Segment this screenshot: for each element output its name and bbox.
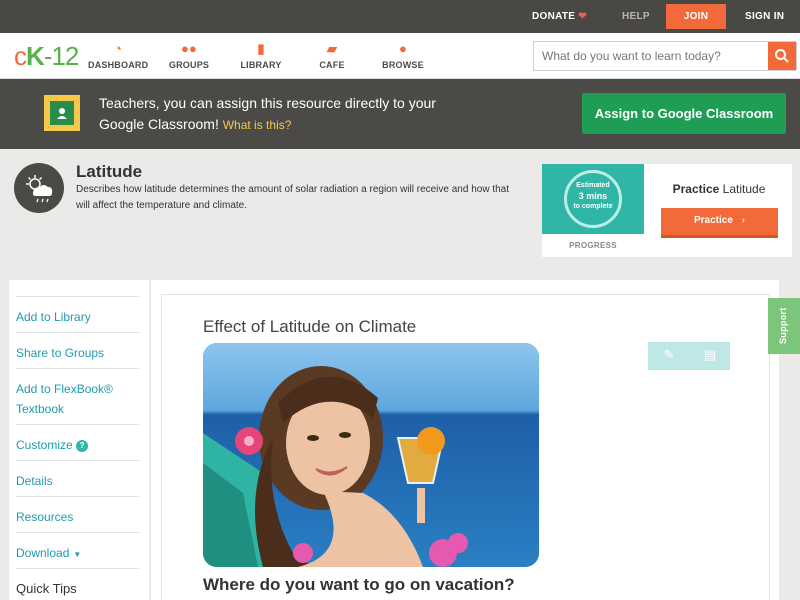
quick-tips-heading[interactable]: Quick Tips: [16, 568, 139, 600]
concept-description: Describes how latitude determines the am…: [76, 184, 510, 211]
search-button[interactable]: [768, 42, 796, 70]
nav-dashboard[interactable]: ◔ DASHBOARD: [88, 40, 148, 70]
progress-tile: Estimated 3 mins to complete: [542, 164, 644, 234]
notes-icon[interactable]: ▤: [700, 347, 720, 365]
classroom-banner: Teachers, you can assign this resource d…: [0, 79, 800, 149]
estimate-badge: Estimated 3 mins to complete: [564, 170, 622, 228]
nav-cafe-label: CAFE: [319, 60, 345, 70]
lesson-title: Effect of Latitude on Climate: [203, 317, 417, 336]
vacation-photo: [203, 343, 539, 567]
estimate-label: Estimated: [576, 182, 610, 189]
search-box: [533, 41, 797, 71]
ck12-logo[interactable]: cK-12: [14, 41, 80, 72]
add-to-library-link[interactable]: Add to Library: [16, 296, 139, 332]
weather-icon: [14, 163, 64, 213]
main-nav: cK-12 ◔ DASHBOARD ●● GROUPS ▮ LIBRARY ▰ …: [0, 33, 800, 79]
nav-cafe[interactable]: ▰ CAFE: [317, 40, 347, 70]
gauge-icon: ◔: [113, 41, 123, 56]
help-link[interactable]: HELP: [622, 0, 650, 33]
what-is-this-link[interactable]: What is this?: [223, 118, 292, 132]
search-input[interactable]: [534, 42, 770, 70]
customize-label: Customize: [16, 438, 73, 452]
practice-button[interactable]: Practice ›: [661, 208, 778, 238]
book-icon: ▮: [257, 41, 265, 56]
customize-link[interactable]: Customize ?: [16, 424, 139, 460]
resources-link[interactable]: Resources: [16, 496, 139, 532]
resource-sidebar: Add to Library Share to Groups Add to Fl…: [9, 280, 149, 600]
concept-title: Latitude: [76, 162, 143, 181]
add-to-flexbook-link[interactable]: Add to FlexBook® Textbook: [16, 368, 139, 424]
download-link[interactable]: Download ▼: [16, 532, 139, 568]
nav-browse[interactable]: ● BROWSE: [382, 40, 424, 70]
logo-c: c: [14, 41, 27, 71]
donate-label: DONATE: [532, 11, 576, 22]
nav-dashboard-label: DASHBOARD: [88, 60, 149, 70]
support-label: Support: [778, 307, 788, 344]
caret-down-icon: ▼: [73, 550, 82, 559]
share-to-groups-link[interactable]: Share to Groups: [16, 332, 139, 368]
nav-library[interactable]: ▮ LIBRARY: [239, 40, 283, 70]
estimate-complete: to complete: [573, 203, 613, 210]
google-classroom-icon: [44, 95, 80, 131]
logo-k: K: [26, 41, 45, 71]
content-card: Effect of Latitude on Climate ✎ ▤ Where …: [161, 294, 770, 600]
progress-label: PROGRESS: [569, 241, 617, 250]
nav-groups[interactable]: ●● GROUPS: [167, 40, 211, 70]
assign-classroom-button[interactable]: Assign to Google Classroom: [582, 93, 786, 134]
practice-heading-topic: Latitude: [722, 182, 766, 196]
download-label: Download: [16, 546, 70, 560]
donate-link[interactable]: DONATE ❤: [532, 0, 587, 33]
support-tab[interactable]: Support: [768, 298, 800, 354]
practice-button-label: Practice: [693, 215, 733, 226]
details-link[interactable]: Details: [16, 460, 139, 496]
practice-card: Estimated 3 mins to complete PROGRESS Pr…: [542, 164, 792, 257]
people-icon: ●●: [180, 41, 198, 56]
practice-heading-bold: Practice: [672, 182, 720, 196]
lightbulb-icon: ●: [398, 41, 408, 56]
nav-library-label: LIBRARY: [240, 60, 282, 70]
utility-bar: DONATE ❤ HELP JOIN SIGN IN: [0, 0, 800, 33]
nav-groups-label: GROUPS: [168, 60, 210, 70]
practice-heading: Practice Latitude: [652, 182, 786, 196]
chat-icon: ▰: [326, 41, 338, 56]
annotation-toolbar: ✎ ▤: [648, 342, 730, 370]
main-content: Effect of Latitude on Climate ✎ ▤ Where …: [151, 280, 779, 600]
search-icon: [775, 49, 789, 63]
estimate-minutes: 3 mins: [578, 191, 608, 201]
lesson-question: Where do you want to go on vacation?: [203, 575, 515, 594]
sign-in-link[interactable]: SIGN IN: [745, 0, 784, 33]
heart-icon: ❤: [578, 11, 587, 22]
help-question-icon[interactable]: ?: [76, 440, 89, 452]
pencil-icon[interactable]: ✎: [659, 347, 679, 365]
classroom-message: Teachers, you can assign this resource d…: [99, 93, 439, 136]
nav-browse-label: BROWSE: [382, 60, 424, 70]
join-button[interactable]: JOIN: [666, 4, 726, 29]
logo-12: -12: [43, 41, 80, 71]
chevron-right-icon: ›: [741, 215, 746, 226]
